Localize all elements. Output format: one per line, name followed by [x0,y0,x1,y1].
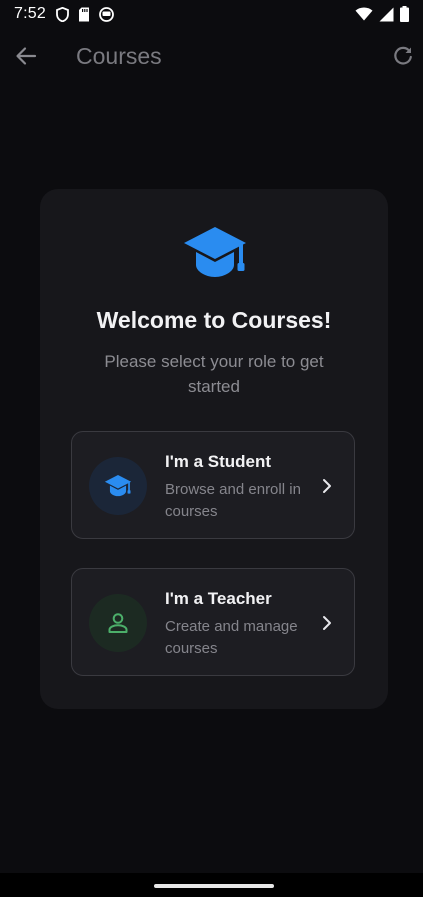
app-bar: Courses [0,28,423,86]
student-role-description: Browse and enroll in courses [165,481,301,520]
courses-screen: 7:52 Courses Welcome to Courses! Please … [0,0,423,897]
status-bar: 7:52 [0,0,423,28]
wifi-icon [355,7,373,21]
role-selection-card: Welcome to Courses! Please select your r… [40,189,388,709]
home-gesture-handle[interactable] [154,884,274,888]
graduation-cap-icon [182,225,248,281]
status-system-icons [355,6,409,22]
shield-icon [56,6,69,22]
welcome-subtitle: Please select your role to get started [104,352,324,396]
sd-card-icon [78,7,90,22]
status-notification-icons [56,6,114,22]
app-notification-icon [99,6,114,22]
cell-signal-icon [379,7,394,22]
teacher-role-title: I'm a Teacher [165,589,272,608]
status-time: 7:52 [14,5,46,22]
arrow-back-icon [16,47,37,65]
teacher-role-button[interactable]: I'm a Teacher Create and manage courses [71,568,355,676]
battery-icon [400,6,409,22]
back-button[interactable] [12,42,40,70]
system-navigation-bar [0,873,423,897]
student-avatar [89,457,147,515]
chevron-right-icon [318,476,336,496]
chevron-right-icon [318,613,336,633]
teacher-role-description: Create and manage courses [165,618,298,657]
refresh-icon [394,46,412,65]
student-role-title: I'm a Student [165,452,272,471]
teacher-avatar [89,594,147,652]
student-role-button[interactable]: I'm a Student Browse and enroll in cours… [71,431,355,539]
page-title: Courses [76,43,162,69]
person-icon [108,613,128,633]
refresh-button[interactable] [389,42,417,70]
graduation-cap-icon [104,474,132,497]
welcome-heading: Welcome to Courses! [96,307,332,333]
